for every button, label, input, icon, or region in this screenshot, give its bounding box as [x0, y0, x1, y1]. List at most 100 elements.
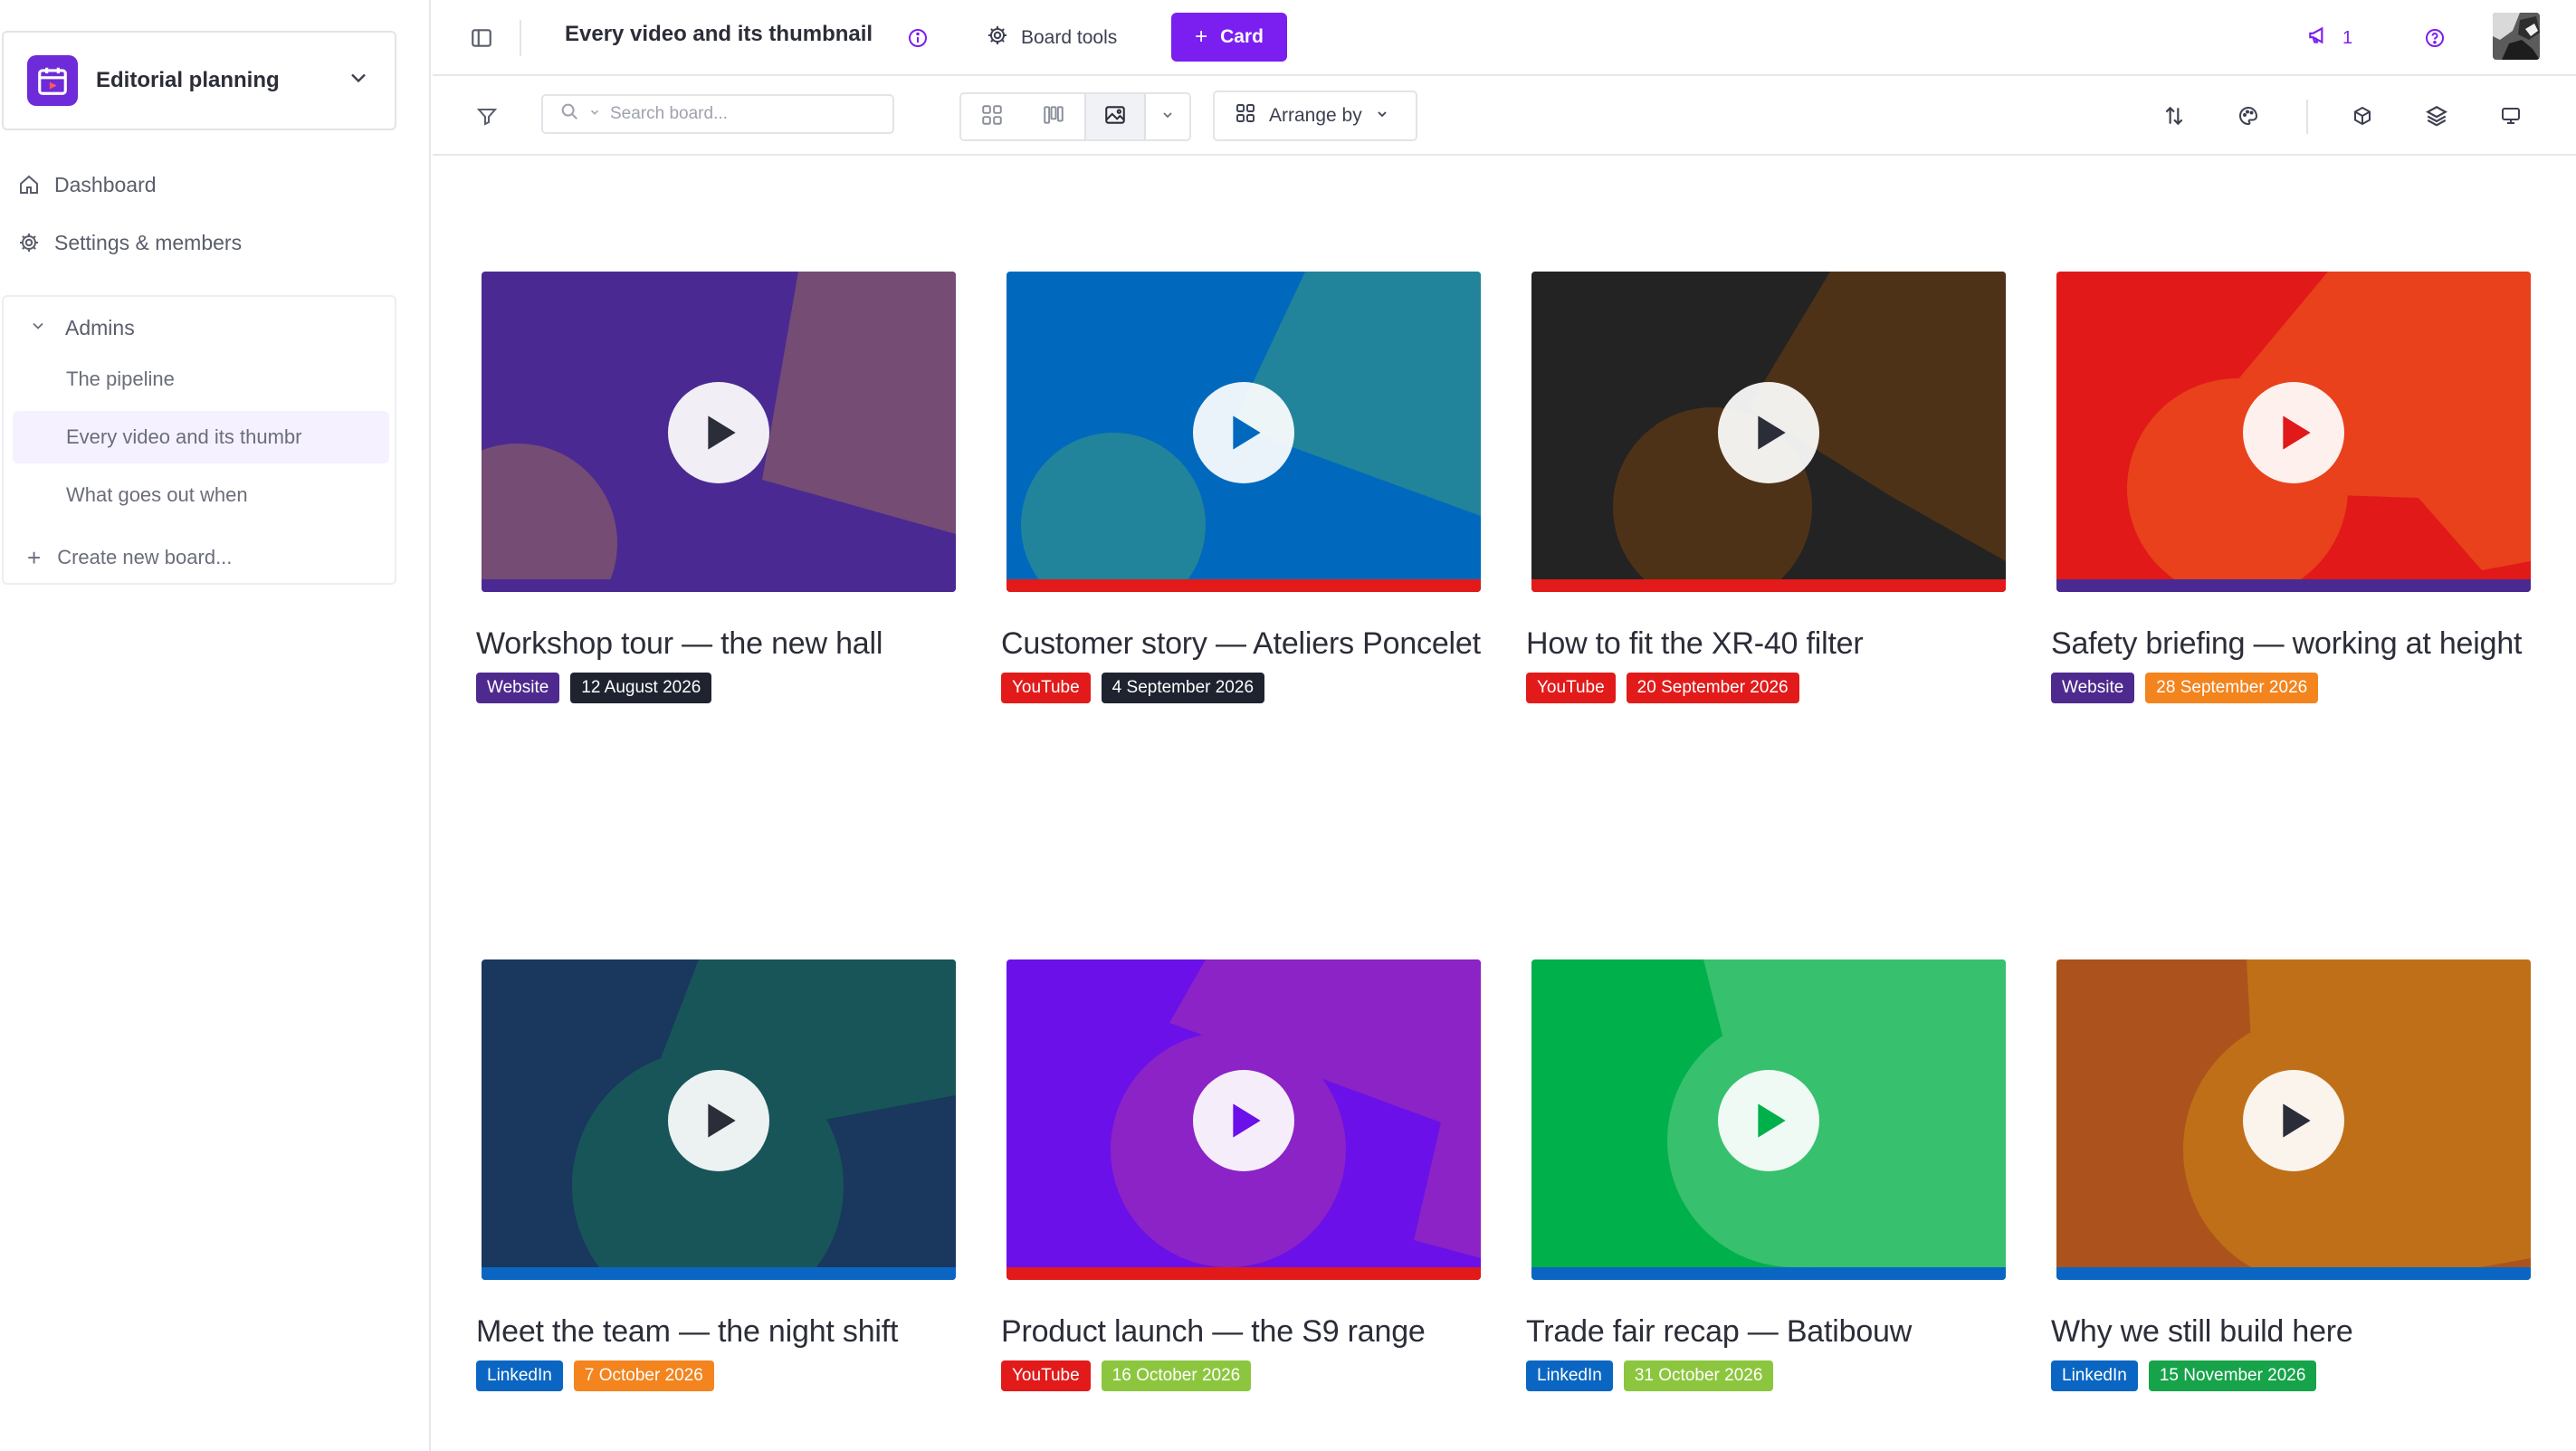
date-badge[interactable]: 31 October 2026: [1623, 1360, 1774, 1391]
sort-icon[interactable]: [2156, 98, 2192, 134]
channel-stripe: [482, 579, 956, 592]
video-thumbnail[interactable]: [1531, 959, 2006, 1280]
video-thumbnail[interactable]: [2056, 959, 2531, 1280]
card-title[interactable]: Product launch — the S9 range: [1001, 1314, 1544, 1350]
play-icon[interactable]: [1718, 1070, 1819, 1171]
video-thumbnail[interactable]: [1007, 272, 1481, 592]
arrange-by-button[interactable]: Arrange by: [1213, 91, 1417, 141]
video-card[interactable]: Customer story — Ateliers Poncelet YouTub…: [1001, 272, 1544, 703]
sidebar-item-every-video[interactable]: Every video and its thumbr: [13, 411, 389, 463]
video-card[interactable]: Meet the team — the night shift LinkedIn 7…: [476, 959, 1019, 1391]
card-title[interactable]: Trade fair recap — Batibouw: [1526, 1314, 2069, 1350]
video-card[interactable]: How to fit the XR-40 filter YouTube 20 Sep…: [1526, 272, 2069, 703]
video-thumbnail[interactable]: [2056, 272, 2531, 592]
card-title[interactable]: Why we still build here: [2051, 1314, 2576, 1350]
workspace-switcher[interactable]: Editorial planning: [2, 31, 396, 130]
card-title[interactable]: How to fit the XR-40 filter: [1526, 626, 2069, 662]
play-icon[interactable]: [668, 382, 769, 483]
grid-icon: [1235, 102, 1256, 129]
board-group: Admins The pipeline Every video and its …: [2, 295, 396, 585]
play-icon[interactable]: [1718, 382, 1819, 483]
video-card[interactable]: Why we still build here LinkedIn 15 Novemb…: [2051, 959, 2576, 1391]
gallery-board: Workshop tour — the new hall Website 12 Au…: [433, 158, 2576, 1451]
video-thumbnail[interactable]: [482, 959, 956, 1280]
sidebar-item-label: Settings & members: [54, 230, 243, 254]
sidebar-toggle-icon[interactable]: [463, 20, 500, 56]
card-title[interactable]: Customer story — Ateliers Poncelet: [1001, 626, 1544, 662]
channel-badge[interactable]: YouTube: [1001, 1360, 1091, 1391]
play-icon[interactable]: [2243, 1070, 2344, 1171]
date-badge[interactable]: 4 September 2026: [1101, 673, 1265, 703]
sidebar-item-settings[interactable]: Settings & members: [16, 221, 242, 264]
megaphone-icon: [2306, 24, 2330, 53]
search-input[interactable]: Search board...: [541, 94, 894, 134]
add-card-label: Card: [1220, 26, 1264, 47]
card-title[interactable]: Safety briefing — working at height: [2051, 626, 2576, 662]
chevron-down-icon: [29, 316, 47, 340]
card-tags: LinkedIn 7 October 2026: [476, 1360, 1019, 1391]
avatar[interactable]: [2493, 13, 2540, 60]
date-badge[interactable]: 16 October 2026: [1101, 1360, 1252, 1391]
date-badge[interactable]: 28 September 2026: [2145, 673, 2319, 703]
card-title[interactable]: Workshop tour — the new hall: [476, 626, 1019, 662]
channel-badge[interactable]: YouTube: [1526, 673, 1616, 703]
info-icon[interactable]: [900, 20, 936, 56]
card-tags: Website 28 September 2026: [2051, 673, 2576, 703]
card-title[interactable]: Meet the team — the night shift: [476, 1314, 1019, 1350]
arrange-by-label: Arrange by: [1269, 105, 1362, 126]
search-placeholder: Search board...: [610, 104, 728, 123]
video-thumbnail[interactable]: [1007, 959, 1481, 1280]
filter-icon[interactable]: [469, 98, 505, 134]
sidebar-item-what-goes-out[interactable]: What goes out when: [13, 469, 389, 521]
image-icon: [1103, 103, 1127, 131]
divider: [2306, 100, 2308, 134]
announcements-button[interactable]: 1: [2306, 20, 2352, 56]
channel-stripe: [1007, 579, 1481, 592]
video-thumbnail[interactable]: [1531, 272, 2006, 592]
gear-icon: [16, 230, 42, 255]
video-card[interactable]: Trade fair recap — Batibouw LinkedIn 31 Oc…: [1526, 959, 2069, 1391]
calendar-icon: [27, 55, 78, 106]
card-tags: YouTube 20 September 2026: [1526, 673, 2069, 703]
date-badge[interactable]: 15 November 2026: [2148, 1360, 2317, 1391]
date-badge[interactable]: 20 September 2026: [1626, 673, 1799, 703]
sidebar-item-dashboard[interactable]: Dashboard: [16, 163, 157, 206]
board-tools-button[interactable]: Board tools: [987, 20, 1117, 56]
top-bar: Every video and its thumbnail Board tool…: [433, 0, 2576, 76]
date-badge[interactable]: 12 August 2026: [570, 673, 712, 703]
monitor-icon[interactable]: [2493, 98, 2529, 134]
create-board-button[interactable]: + Create new board...: [27, 539, 232, 576]
kanban-view-button[interactable]: [1023, 94, 1084, 139]
help-icon[interactable]: [2417, 20, 2453, 56]
add-card-button[interactable]: + Card: [1171, 13, 1287, 62]
layers-icon[interactable]: [2419, 98, 2455, 134]
play-icon[interactable]: [668, 1070, 769, 1171]
home-icon: [16, 172, 42, 197]
gear-icon: [987, 24, 1008, 52]
video-card[interactable]: Safety briefing — working at height Websi…: [2051, 272, 2576, 703]
sidebar-item-the-pipeline[interactable]: The pipeline: [13, 353, 389, 406]
board-toolbar: Search board... Arrange by: [433, 78, 2576, 156]
video-card[interactable]: Workshop tour — the new hall Website 12 Au…: [476, 272, 1019, 703]
palette-icon[interactable]: [2230, 98, 2266, 134]
channel-badge[interactable]: Website: [2051, 673, 2135, 703]
channel-badge[interactable]: YouTube: [1001, 673, 1091, 703]
plus-icon: +: [27, 543, 42, 571]
channel-badge[interactable]: LinkedIn: [2051, 1360, 2138, 1391]
play-icon[interactable]: [1193, 1070, 1294, 1171]
date-badge[interactable]: 7 October 2026: [573, 1360, 714, 1391]
video-card[interactable]: Product launch — the S9 range YouTube 16 O…: [1001, 959, 1544, 1391]
view-options-button[interactable]: [1146, 94, 1189, 139]
cube-icon[interactable]: [2344, 98, 2380, 134]
plus-icon: +: [1195, 24, 1208, 49]
channel-badge[interactable]: LinkedIn: [476, 1360, 563, 1391]
channel-badge[interactable]: LinkedIn: [1526, 1360, 1613, 1391]
channel-badge[interactable]: Website: [476, 673, 560, 703]
play-icon[interactable]: [1193, 382, 1294, 483]
grid-view-button[interactable]: [961, 94, 1023, 139]
play-icon[interactable]: [2243, 382, 2344, 483]
gallery-view-button[interactable]: [1084, 94, 1146, 139]
kanban-icon: [1042, 103, 1065, 131]
group-toggle-admins[interactable]: Admins: [29, 310, 135, 346]
video-thumbnail[interactable]: [482, 272, 956, 592]
